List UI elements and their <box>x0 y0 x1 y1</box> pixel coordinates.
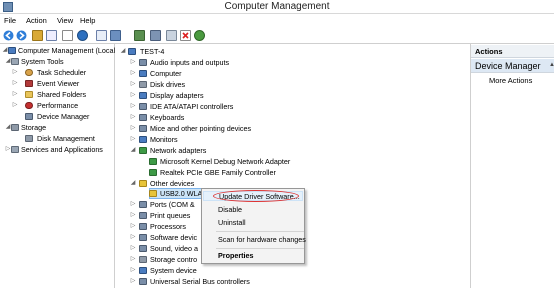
expand-arrow-icon[interactable]: ▷ <box>130 221 136 232</box>
storage-icon <box>11 124 19 131</box>
warning-device-icon <box>149 190 157 197</box>
processor-icon <box>139 223 147 230</box>
computer-icon <box>128 48 136 55</box>
expand-arrow-icon[interactable]: ▷ <box>130 276 136 287</box>
shared-folders-icon <box>25 91 33 98</box>
expand-arrow-icon[interactable]: ▷ <box>130 232 136 243</box>
printer-icon <box>139 212 147 219</box>
context-separator <box>216 248 304 249</box>
display-adapter-icon <box>139 92 147 99</box>
expand-arrow-icon[interactable]: ▷ <box>130 101 136 112</box>
expand-arrow-icon[interactable]: ▷ <box>130 265 136 276</box>
up-folder-icon[interactable] <box>32 30 43 41</box>
system-device-icon <box>139 267 147 274</box>
disk-drive-icon <box>139 81 147 88</box>
device-view-icon[interactable] <box>110 30 121 41</box>
actions-pane: Actions Device Manager ▲ More Actions <box>470 44 554 288</box>
context-uninstall[interactable]: Uninstall <box>218 218 246 228</box>
computer-icon <box>139 70 147 77</box>
expand-arrow-icon[interactable]: ▷ <box>130 68 136 79</box>
actions-section-device-manager[interactable]: Device Manager <box>471 59 554 73</box>
services-and-applications-icon <box>11 146 19 153</box>
actions-header: Actions <box>471 45 554 58</box>
expand-arrow-icon[interactable]: ▷ <box>130 112 136 123</box>
network-adapter-icon <box>149 169 157 176</box>
sound-icon <box>139 245 147 252</box>
computer-management-icon <box>8 47 16 54</box>
collapse-arrow-icon[interactable]: ◢ <box>130 178 136 189</box>
collapse-arrow-icon[interactable]: ◢ <box>120 46 126 57</box>
mouse-icon <box>139 125 147 132</box>
context-disable[interactable]: Disable <box>218 205 242 215</box>
more-actions-link[interactable]: More Actions <box>489 76 532 85</box>
scan-hardware-icon[interactable] <box>150 30 161 41</box>
network-adapter-icon <box>139 147 147 154</box>
expand-arrow-icon[interactable]: ▷ <box>130 57 136 68</box>
expand-arrow-icon[interactable]: ▷ <box>130 243 136 254</box>
back-icon[interactable] <box>3 30 14 41</box>
properties-icon[interactable] <box>62 30 73 41</box>
expand-arrow-icon[interactable]: ▷ <box>130 199 136 210</box>
menu-help[interactable]: Help <box>80 16 95 25</box>
expand-arrow-icon[interactable]: ▷ <box>130 210 136 221</box>
enable-device-icon[interactable] <box>194 30 205 41</box>
device-manager-icon <box>25 113 33 120</box>
network-adapter-icon <box>149 158 157 165</box>
context-scan-for-hardware-changes[interactable]: Scan for hardware changes <box>218 235 306 245</box>
expand-arrow-icon[interactable]: ▷ <box>130 79 136 90</box>
menu-action[interactable]: Action <box>26 16 47 25</box>
expand-arrow-icon[interactable]: ▷ <box>12 67 18 78</box>
ide-controller-icon <box>139 103 147 110</box>
collapse-arrow-icon[interactable]: ◢ <box>130 145 136 156</box>
context-properties[interactable]: Properties <box>218 251 254 261</box>
monitor-icon <box>139 136 147 143</box>
usb-icon <box>139 278 147 285</box>
keyboard-icon <box>139 114 147 121</box>
tree-root-computer-management[interactable]: ◢ Computer Management (Local <box>2 45 115 56</box>
system-tools-icon <box>11 58 19 65</box>
expand-arrow-icon[interactable]: ▷ <box>130 134 136 145</box>
port-icon <box>139 201 147 208</box>
window-title: Computer Management <box>224 1 330 12</box>
menu-bar: File Action View Help <box>0 14 554 27</box>
unknown-device-icon <box>139 180 147 187</box>
expand-arrow-icon[interactable]: ▷ <box>12 78 18 89</box>
help-icon[interactable] <box>77 30 88 41</box>
storage-controller-icon <box>139 256 147 263</box>
menu-file[interactable]: File <box>4 16 16 25</box>
show-hide-console-tree-icon[interactable] <box>46 30 57 41</box>
toolbar <box>0 27 554 44</box>
expand-arrow-icon[interactable]: ▷ <box>130 90 136 101</box>
context-update-driver-software[interactable]: Update Driver Software... <box>203 191 303 201</box>
expand-arrow-icon[interactable]: ▷ <box>12 89 18 100</box>
menu-view[interactable]: View <box>57 16 73 25</box>
expand-arrow-icon[interactable]: ▷ <box>130 123 136 134</box>
context-separator <box>216 231 304 232</box>
audio-icon <box>139 59 147 66</box>
performance-icon <box>25 102 33 109</box>
context-menu: Update Driver Software... Disable Uninst… <box>201 188 306 264</box>
disk-management-icon <box>25 135 33 142</box>
forward-icon[interactable] <box>16 30 27 41</box>
expand-arrow-icon[interactable]: ▷ <box>12 100 18 111</box>
expand-arrow-icon[interactable]: ▷ <box>130 254 136 265</box>
show-action-pane-icon[interactable] <box>96 30 107 41</box>
software-device-icon <box>139 234 147 241</box>
title-bar: Computer Management <box>0 0 554 14</box>
console-tree: ◢ Computer Management (Local ◢ System To… <box>0 44 115 288</box>
uninstall-device-icon[interactable] <box>180 30 191 41</box>
task-scheduler-icon <box>25 69 33 76</box>
disable-device-icon[interactable] <box>166 30 177 41</box>
event-viewer-icon <box>25 80 33 87</box>
update-driver-icon[interactable] <box>134 30 145 41</box>
collapse-arrow-icon[interactable]: ▲ <box>549 62 554 68</box>
